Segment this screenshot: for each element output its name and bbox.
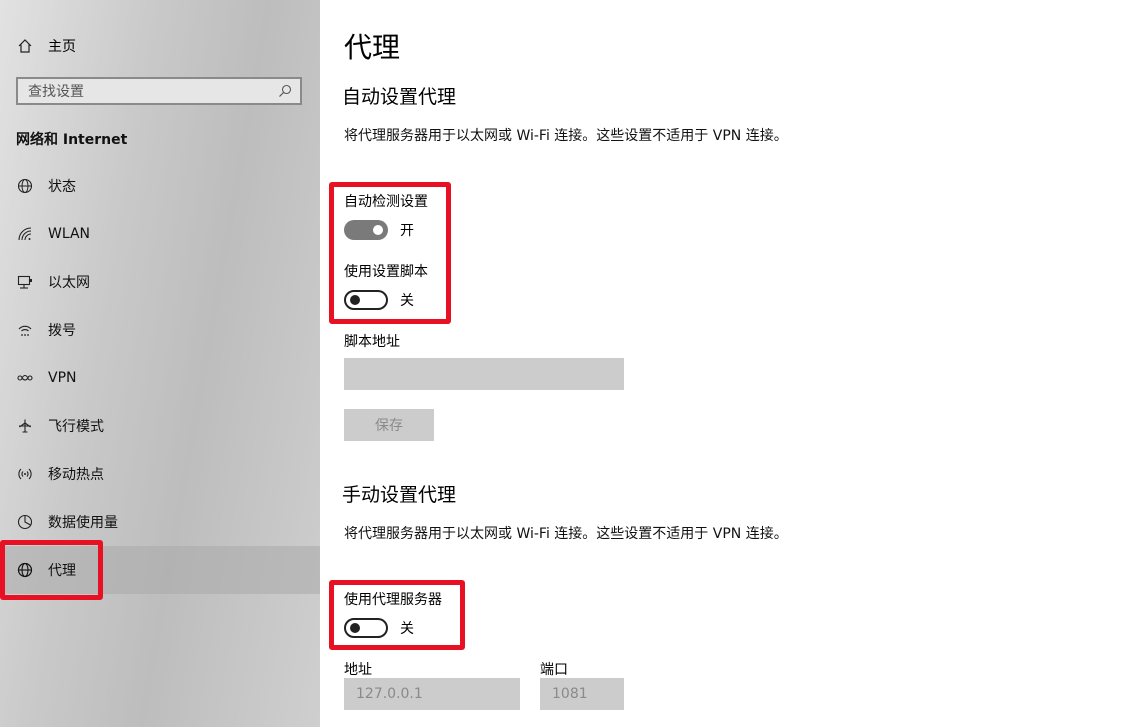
setup-script-row: 关 xyxy=(344,290,414,310)
auto-detect-toggle[interactable] xyxy=(344,220,388,240)
wifi-icon xyxy=(16,225,34,243)
search-input[interactable]: 查找设置 xyxy=(28,81,278,101)
sidebar-item-label: 飞行模式 xyxy=(48,419,104,435)
globe-icon xyxy=(16,561,34,579)
sidebar-item-status[interactable]: 状态 xyxy=(0,162,320,210)
sidebar-item-label: 拨号 xyxy=(48,323,76,339)
sidebar-item-label: WLAN xyxy=(48,226,91,242)
use-proxy-toggle[interactable] xyxy=(344,618,388,638)
setup-script-toggle[interactable] xyxy=(344,290,388,310)
vpn-icon xyxy=(16,369,34,387)
sidebar-item-label: 状态 xyxy=(48,179,76,195)
manual-proxy-description: 将代理服务器用于以太网或 Wi-Fi 连接。这些设置不适用于 VPN 连接。 xyxy=(344,526,788,542)
airplane-icon xyxy=(16,417,34,435)
script-address-field[interactable] xyxy=(344,358,624,390)
save-button[interactable]: 保存 xyxy=(344,409,434,441)
hotspot-icon xyxy=(16,465,34,483)
search-icon[interactable] xyxy=(278,84,292,98)
auto-proxy-description: 将代理服务器用于以太网或 Wi-Fi 连接。这些设置不适用于 VPN 连接。 xyxy=(344,128,788,144)
nav-home[interactable]: 主页 xyxy=(16,36,76,56)
setup-script-label: 使用设置脚本 xyxy=(344,264,428,280)
status-globe-icon xyxy=(16,177,34,195)
search-box[interactable]: 查找设置 xyxy=(16,77,302,105)
sidebar-item-label: 数据使用量 xyxy=(48,515,118,531)
sidebar-item-label: 以太网 xyxy=(48,275,90,291)
ethernet-icon xyxy=(16,273,34,291)
data-usage-icon xyxy=(16,513,34,531)
sidebar-item-ethernet[interactable]: 以太网 xyxy=(0,258,320,306)
sidebar-item-dialup[interactable]: 拨号 xyxy=(0,306,320,354)
page-title: 代理 xyxy=(344,31,401,64)
auto-detect-state: 开 xyxy=(400,223,414,239)
sidebar-item-label: 代理 xyxy=(48,563,76,579)
sidebar-item-wlan[interactable]: WLAN xyxy=(0,210,320,258)
sidebar-item-data-usage[interactable]: 数据使用量 xyxy=(0,498,320,546)
use-proxy-state: 关 xyxy=(400,621,414,637)
proxy-address-field[interactable]: 127.0.0.1 xyxy=(344,678,520,710)
script-address-label: 脚本地址 xyxy=(344,334,400,350)
sidebar-item-label: 移动热点 xyxy=(48,467,104,483)
dialup-icon xyxy=(16,321,34,339)
proxy-port-label: 端口 xyxy=(540,662,568,678)
sidebar-item-hotspot[interactable]: 移动热点 xyxy=(0,450,320,498)
sidebar: 主页 查找设置 网络和 Internet 状态 WLAN 以太网 拨号 VPN … xyxy=(0,0,320,727)
sidebar-item-label: VPN xyxy=(48,370,77,386)
manual-proxy-heading: 手动设置代理 xyxy=(342,484,457,506)
proxy-port-field[interactable]: 1081 xyxy=(540,678,624,710)
sidebar-section-title: 网络和 Internet xyxy=(16,132,128,148)
nav-home-label: 主页 xyxy=(48,39,76,55)
sidebar-item-airplane[interactable]: 飞行模式 xyxy=(0,402,320,450)
auto-proxy-heading: 自动设置代理 xyxy=(342,86,457,108)
main-content: 代理 自动设置代理 将代理服务器用于以太网或 Wi-Fi 连接。这些设置不适用于… xyxy=(320,0,1134,727)
use-proxy-label: 使用代理服务器 xyxy=(344,592,442,608)
proxy-address-label: 地址 xyxy=(344,662,372,678)
sidebar-item-proxy[interactable]: 代理 xyxy=(0,546,320,594)
home-icon xyxy=(16,37,34,55)
use-proxy-row: 关 xyxy=(344,618,414,638)
auto-detect-label: 自动检测设置 xyxy=(344,194,428,210)
auto-detect-row: 开 xyxy=(344,220,414,240)
sidebar-item-vpn[interactable]: VPN xyxy=(0,354,320,402)
setup-script-state: 关 xyxy=(400,293,414,309)
